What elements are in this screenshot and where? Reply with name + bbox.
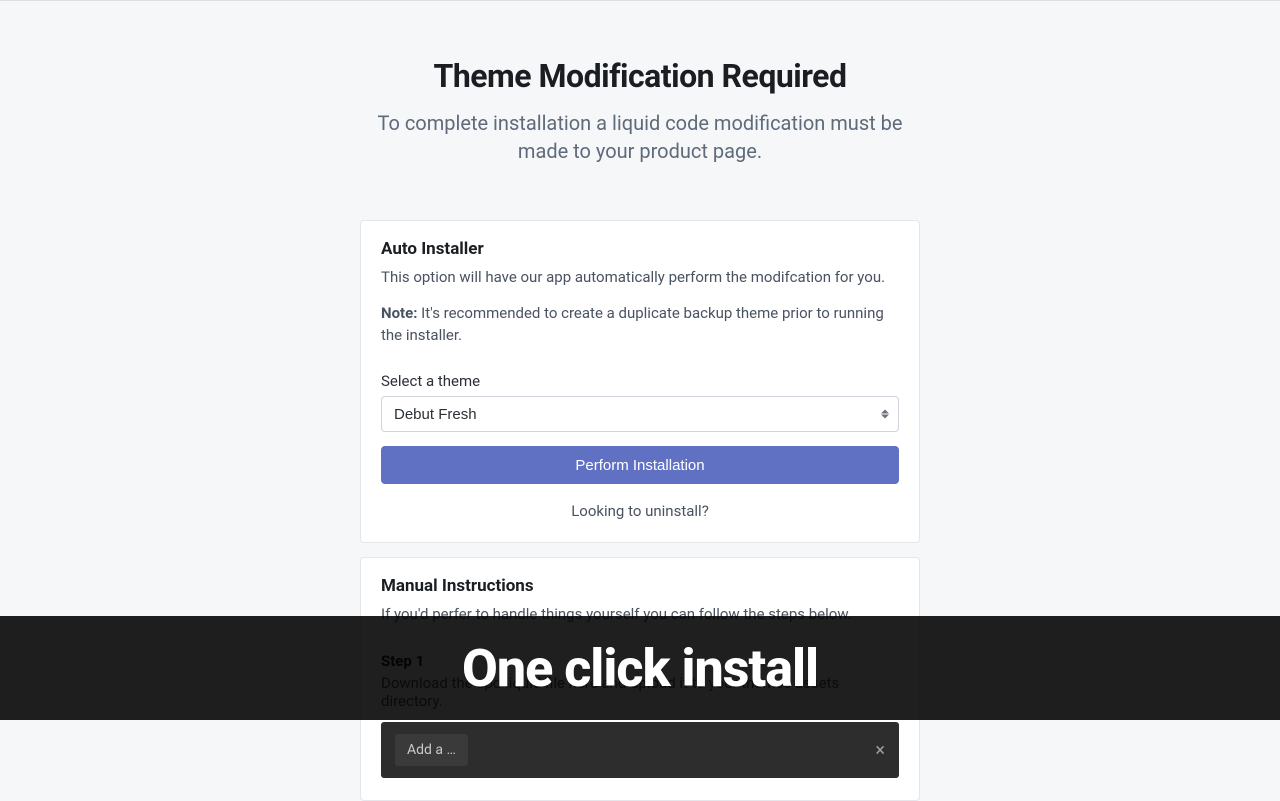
- note-text: It's recommended to create a duplicate b…: [381, 304, 884, 344]
- auto-installer-card: Auto Installer This option will have our…: [360, 220, 920, 543]
- page-title: Theme Modification Required: [360, 57, 920, 95]
- asset-file-chip[interactable]: Add a …: [395, 734, 468, 766]
- auto-installer-title: Auto Installer: [381, 239, 899, 259]
- theme-select-wrapper[interactable]: Debut Fresh: [381, 396, 899, 432]
- close-icon[interactable]: ×: [875, 740, 885, 761]
- select-theme-label: Select a theme: [381, 372, 899, 390]
- theme-select[interactable]: Debut Fresh: [381, 396, 899, 432]
- auto-installer-description: This option will have our app automatica…: [381, 267, 899, 289]
- manual-instructions-title: Manual Instructions: [381, 576, 899, 596]
- promo-overlay: One click install: [0, 616, 1280, 720]
- uninstall-link[interactable]: Looking to uninstall?: [381, 502, 899, 520]
- promo-headline: One click install: [462, 638, 818, 699]
- auto-installer-note: Note: It's recommended to create a dupli…: [381, 303, 899, 347]
- page-subtitle: To complete installation a liquid code m…: [360, 109, 920, 165]
- perform-installation-button[interactable]: Perform Installation: [381, 446, 899, 484]
- asset-upload-box: Add a … ×: [381, 722, 899, 778]
- note-label: Note:: [381, 304, 417, 322]
